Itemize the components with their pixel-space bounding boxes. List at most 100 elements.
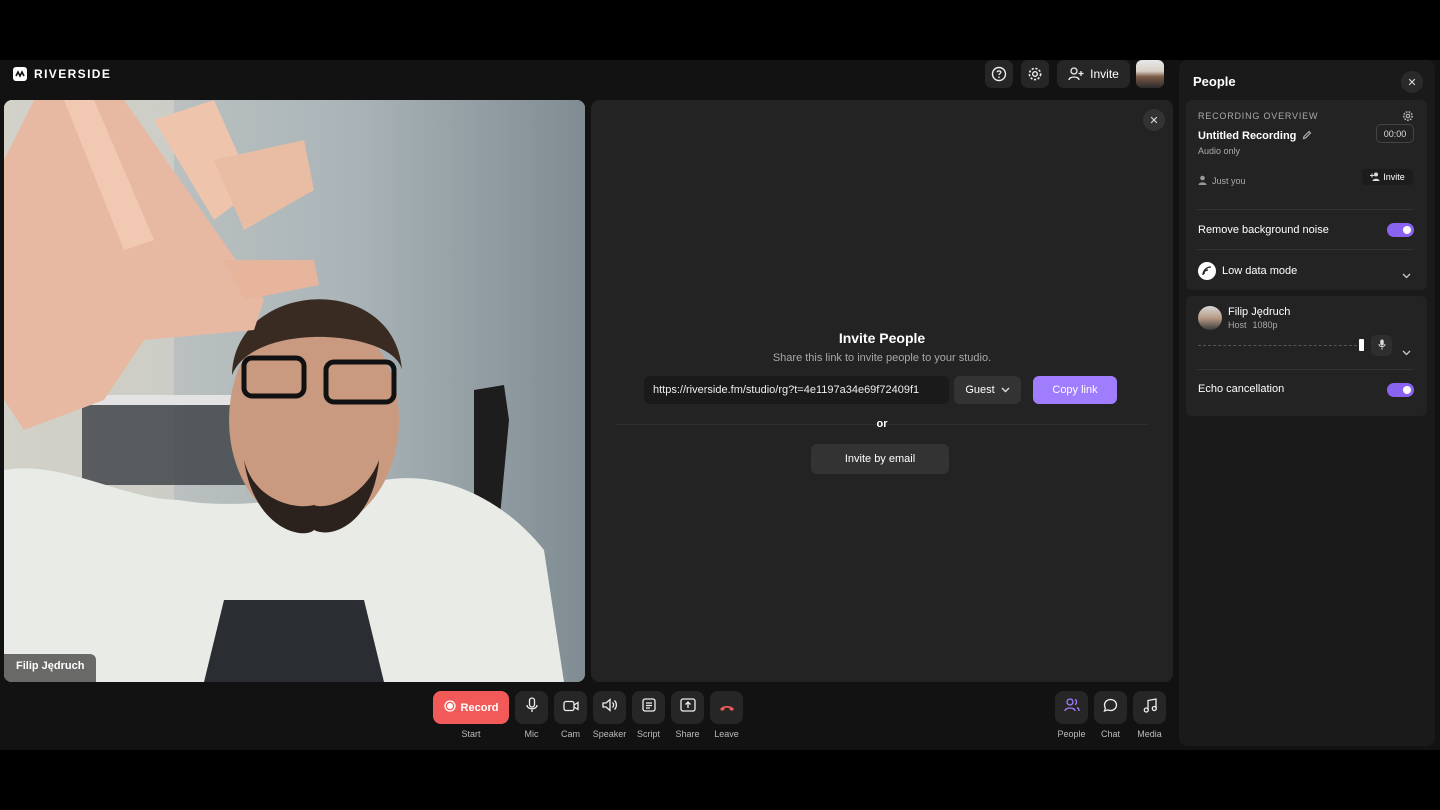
- person-icon: [1198, 172, 1207, 190]
- recording-mode: Audio only: [1198, 146, 1241, 156]
- add-user-icon: [1370, 172, 1380, 183]
- copy-link-button[interactable]: Copy link: [1033, 376, 1117, 404]
- studio-app: RIVERSIDE Invite Filip Jędruch ✕ Invite …: [0, 60, 1440, 750]
- host-role: Host: [1228, 320, 1247, 330]
- invite-top-button[interactable]: Invite: [1057, 60, 1130, 88]
- share-button[interactable]: [671, 691, 704, 724]
- host-quality: 1080p: [1252, 320, 1278, 330]
- close-people-panel-button[interactable]: ✕: [1401, 71, 1423, 93]
- people-control: People: [1055, 691, 1088, 739]
- riverside-logo: RIVERSIDE: [13, 67, 111, 81]
- recording-timer: 00:00: [1376, 124, 1414, 143]
- chevron-down-icon: [1402, 343, 1411, 360]
- recording-name-row[interactable]: Untitled Recording: [1198, 127, 1312, 145]
- participants-text: Just you: [1212, 176, 1246, 186]
- host-expand-button[interactable]: [1402, 343, 1411, 361]
- host-name: Filip Jędruch: [1228, 306, 1291, 318]
- overview-invite-label: Invite: [1383, 172, 1405, 182]
- recording-overview-heading: RECORDING OVERVIEW: [1198, 111, 1319, 121]
- control-bar: Record Start Mic Cam Speaker Script Shar…: [0, 691, 1178, 751]
- close-invite-button[interactable]: ✕: [1143, 109, 1165, 131]
- microphone-icon: [1378, 337, 1386, 355]
- pencil-icon: [1302, 127, 1312, 145]
- settings-button[interactable]: [1021, 60, 1049, 88]
- chat-button[interactable]: [1094, 691, 1127, 724]
- close-icon: ✕: [1149, 114, 1159, 127]
- cam-label: Cam: [560, 729, 580, 739]
- help-button[interactable]: [985, 60, 1013, 88]
- media-label: Media: [1137, 729, 1162, 739]
- invite-title: Invite People: [838, 330, 926, 346]
- echo-cancellation-toggle[interactable]: [1387, 383, 1414, 397]
- record-control: Record Start: [433, 691, 509, 739]
- record-button-label: Record: [460, 701, 499, 714]
- chevron-down-icon: [1402, 266, 1411, 283]
- cam-control: Cam: [554, 691, 587, 739]
- top-bar: RIVERSIDE Invite: [0, 60, 1178, 100]
- close-icon: ✕: [1407, 76, 1417, 89]
- participants-summary: Just you: [1198, 172, 1246, 190]
- role-select-value: Guest: [965, 384, 995, 396]
- people-label: People: [1057, 729, 1086, 739]
- host-participant-card: Filip Jędruch Host 1080p Echo cancellati…: [1186, 296, 1427, 416]
- invite-link-field[interactable]: https://riverside.fm/studio/rg?t=4e1197a…: [644, 376, 949, 404]
- chat-icon: [1103, 698, 1118, 718]
- camera-image: [4, 100, 585, 682]
- people-icon: [1063, 698, 1080, 717]
- host-meta: Host 1080p: [1228, 320, 1278, 330]
- mic-label: Mic: [524, 729, 539, 739]
- invite-panel: ✕ Invite People Share this link to invit…: [591, 100, 1173, 682]
- media-control: Media: [1133, 691, 1166, 739]
- help-icon: [991, 66, 1007, 82]
- role-select[interactable]: Guest: [954, 376, 1021, 404]
- script-label: Script: [636, 729, 660, 739]
- logo-text: RIVERSIDE: [34, 67, 112, 81]
- hang-up-icon: [719, 699, 735, 717]
- invite-subtitle: Share this link to invite people to your…: [772, 352, 992, 364]
- camera-icon: [562, 699, 579, 717]
- leave-button[interactable]: [710, 691, 743, 724]
- host-mic-button[interactable]: [1371, 335, 1392, 356]
- host-avatar: [1198, 306, 1222, 330]
- noise-removal-toggle[interactable]: [1387, 223, 1414, 237]
- people-panel-title: People: [1193, 74, 1236, 89]
- script-button[interactable]: [632, 691, 665, 724]
- speaker-icon: [601, 698, 618, 717]
- chat-label: Chat: [1100, 729, 1120, 739]
- mic-button[interactable]: [515, 691, 548, 724]
- low-data-label: Low data mode: [1222, 265, 1298, 277]
- recording-overview-card: RECORDING OVERVIEW Untitled Recording 00…: [1186, 100, 1427, 290]
- screen-share-icon: [679, 698, 696, 717]
- cam-button[interactable]: [554, 691, 587, 724]
- people-button[interactable]: [1055, 691, 1088, 724]
- noise-removal-label: Remove background noise: [1198, 224, 1329, 236]
- invite-top-label: Invite: [1090, 67, 1119, 81]
- participant-name-tag: Filip Jędruch: [4, 654, 97, 682]
- leave-label: Leave: [714, 729, 739, 739]
- add-user-icon: [1068, 67, 1084, 81]
- speaker-button[interactable]: [593, 691, 626, 724]
- record-caption: Start: [461, 729, 481, 739]
- chat-control: Chat: [1094, 691, 1127, 739]
- media-button[interactable]: [1133, 691, 1166, 724]
- mic-control: Mic: [515, 691, 548, 739]
- people-panel: People ✕ RECORDING OVERVIEW Untitled Rec…: [1179, 60, 1435, 746]
- divider: [1197, 249, 1413, 250]
- script-icon: [641, 698, 656, 717]
- speaker-label: Speaker: [592, 729, 627, 739]
- overview-invite-button[interactable]: Invite: [1362, 169, 1413, 185]
- divider: [1197, 369, 1413, 370]
- gear-icon: [1027, 66, 1043, 82]
- logo-icon: [13, 67, 27, 81]
- script-control: Script: [632, 691, 665, 739]
- record-button[interactable]: Record: [433, 691, 509, 724]
- low-data-expand-button[interactable]: [1402, 266, 1411, 284]
- echo-cancellation-label: Echo cancellation: [1198, 383, 1285, 395]
- speaker-control: Speaker: [593, 691, 626, 739]
- user-avatar[interactable]: [1136, 60, 1164, 88]
- volume-slider-track[interactable]: [1198, 345, 1362, 347]
- recording-name: Untitled Recording: [1198, 130, 1297, 142]
- invite-by-email-button[interactable]: Invite by email: [811, 444, 949, 474]
- volume-slider-handle[interactable]: [1359, 339, 1364, 351]
- or-separator: or: [876, 418, 888, 430]
